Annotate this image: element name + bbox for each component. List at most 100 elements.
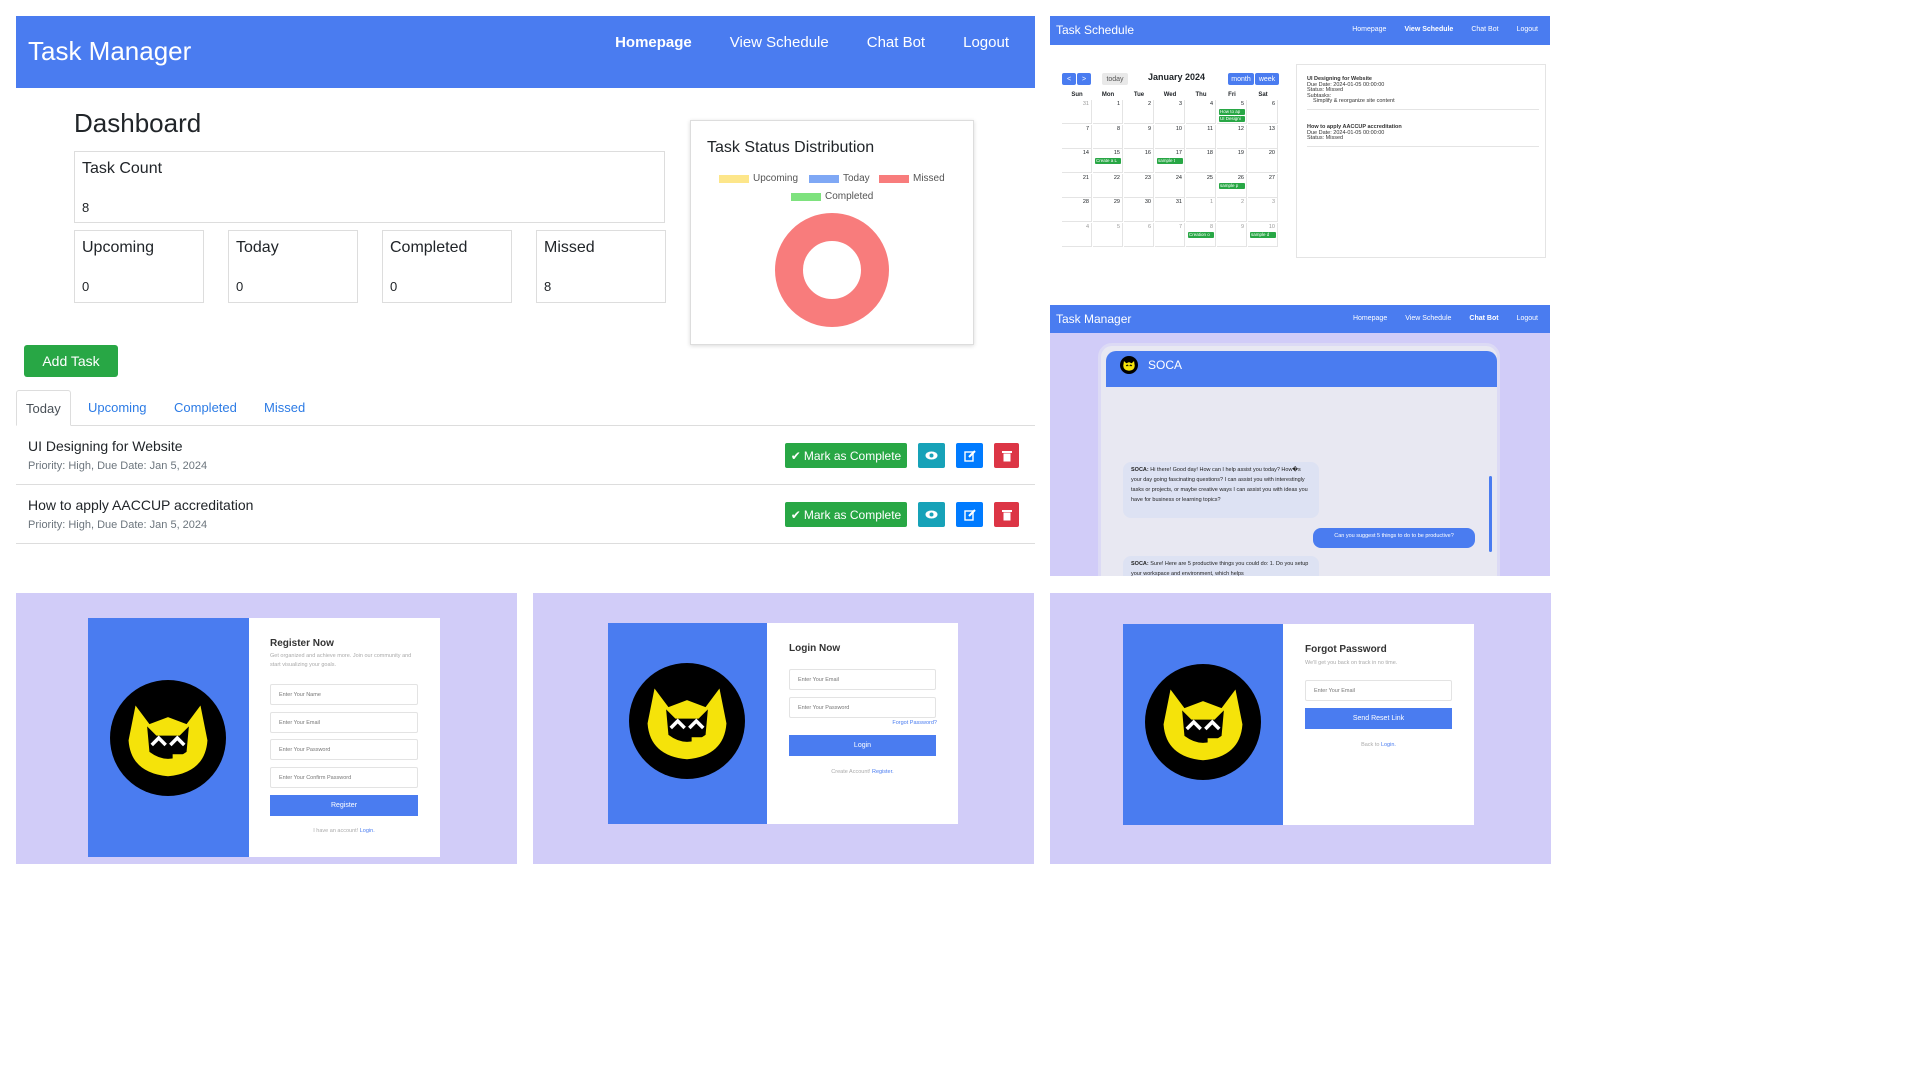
- calendar-day[interactable]: 2: [1124, 100, 1154, 124]
- delete-button[interactable]: [994, 443, 1019, 468]
- register-button[interactable]: Register: [270, 795, 418, 816]
- calendar-day[interactable]: 8: [1093, 124, 1123, 149]
- calendar-day[interactable]: 6: [1124, 222, 1154, 247]
- missed-card: Missed 8: [536, 230, 666, 303]
- tab-today[interactable]: Today: [16, 390, 71, 426]
- donut-slice-missed[interactable]: [775, 213, 889, 327]
- calendar-event[interactable]: Create a L: [1095, 158, 1121, 164]
- calendar-day[interactable]: 6: [1248, 100, 1278, 124]
- nav-homepage[interactable]: Homepage: [1353, 315, 1387, 322]
- tab-missed[interactable]: Missed: [264, 390, 305, 426]
- calendar-event[interactable]: How to ap: [1219, 109, 1245, 115]
- calendar-day[interactable]: 20: [1248, 149, 1278, 173]
- calendar-day[interactable]: 1: [1093, 100, 1123, 124]
- dashboard-panel: Task Manager Homepage View Schedule Chat…: [16, 16, 1035, 556]
- task-detail-panel: UI Designing for Website Due Date: 2024-…: [1296, 64, 1546, 258]
- password-input[interactable]: Enter Your Password: [789, 697, 936, 718]
- calendar-day[interactable]: 29: [1093, 198, 1123, 222]
- email-input[interactable]: Enter Your Email: [270, 712, 418, 733]
- nav-logout[interactable]: Logout: [1517, 315, 1538, 322]
- send-reset-link-button[interactable]: Send Reset Link: [1305, 708, 1452, 729]
- nav-homepage[interactable]: Homepage: [1352, 26, 1386, 33]
- mark-complete-button[interactable]: ✔ Mark as Complete: [785, 443, 907, 468]
- register-link[interactable]: Register.: [872, 769, 894, 775]
- calendar-event[interactable]: sample d: [1250, 231, 1276, 238]
- password-input[interactable]: Enter Your Password: [270, 739, 418, 760]
- weekday-header: Fri: [1228, 92, 1236, 98]
- add-task-button[interactable]: Add Task: [24, 345, 118, 377]
- schedule-panel: Task Schedule Homepage View Schedule Cha…: [1050, 16, 1550, 260]
- calendar-day[interactable]: 21: [1062, 173, 1092, 198]
- nav-chat-bot[interactable]: Chat Bot: [1471, 26, 1498, 33]
- tab-completed[interactable]: Completed: [174, 390, 237, 426]
- calendar-day[interactable]: 7: [1062, 124, 1092, 149]
- calendar-day[interactable]: 19: [1217, 149, 1247, 173]
- view-button[interactable]: [918, 443, 945, 468]
- view-button[interactable]: [918, 502, 945, 527]
- calendar-day[interactable]: 3: [1248, 198, 1278, 222]
- nav-homepage[interactable]: Homepage: [615, 34, 692, 51]
- calendar-day[interactable]: 4: [1186, 100, 1216, 124]
- calendar-day[interactable]: 2: [1217, 198, 1247, 222]
- calendar-day[interactable]: 12: [1217, 124, 1247, 149]
- calendar-day[interactable]: 9: [1217, 222, 1247, 247]
- task-actions: ✔ Mark as Complete: [785, 443, 1019, 468]
- nav-view-schedule[interactable]: View Schedule: [730, 34, 829, 51]
- calendar-day[interactable]: 27: [1248, 173, 1278, 198]
- nav-logout[interactable]: Logout: [963, 34, 1009, 51]
- calendar-event[interactable]: sample p: [1219, 182, 1245, 189]
- back-to-login-link[interactable]: Login.: [1381, 742, 1396, 748]
- calendar-day[interactable]: 10: [1155, 124, 1185, 149]
- calendar-month-title: January 2024: [1148, 72, 1206, 82]
- calendar-day[interactable]: 7: [1155, 222, 1185, 247]
- login-link[interactable]: Login.: [360, 828, 375, 834]
- schedule-nav-links: Homepage View Schedule Chat Bot Logout: [1352, 26, 1538, 33]
- login-button[interactable]: Login: [789, 735, 936, 756]
- tab-upcoming[interactable]: Upcoming: [88, 390, 147, 426]
- delete-button[interactable]: [994, 502, 1019, 527]
- calendar-day[interactable]: 31: [1155, 198, 1185, 222]
- email-input[interactable]: Enter Your Email: [1305, 680, 1452, 701]
- nav-view-schedule[interactable]: View Schedule: [1405, 315, 1451, 322]
- calendar-day[interactable]: 22: [1093, 173, 1123, 198]
- chat-scrollbar[interactable]: [1489, 476, 1492, 552]
- calendar-day[interactable]: 31: [1062, 100, 1092, 124]
- calendar-day[interactable]: 13: [1248, 124, 1278, 149]
- calendar-day[interactable]: 16: [1124, 149, 1154, 173]
- today-button[interactable]: today: [1102, 73, 1128, 85]
- login-footer: Create Account! Register.: [789, 769, 936, 775]
- calendar-day[interactable]: 3: [1155, 100, 1185, 124]
- calendar-event[interactable]: UI Designi: [1219, 116, 1245, 122]
- calendar-day[interactable]: 24: [1155, 173, 1185, 198]
- email-input[interactable]: Enter Your Email: [789, 669, 936, 690]
- forgot-form: Forgot Password We'll get you back on tr…: [1283, 624, 1474, 825]
- nav-chat-bot[interactable]: Chat Bot: [867, 34, 925, 51]
- nav-logout[interactable]: Logout: [1517, 26, 1538, 33]
- week-view-button[interactable]: week: [1255, 73, 1279, 85]
- forgot-password-link[interactable]: Forgot Password?: [867, 720, 937, 726]
- calendar-day[interactable]: 11: [1186, 124, 1216, 149]
- calendar-day[interactable]: 14: [1062, 149, 1092, 173]
- name-input[interactable]: Enter Your Name: [270, 684, 418, 705]
- calendar-day[interactable]: 18: [1186, 149, 1216, 173]
- mark-complete-button[interactable]: ✔ Mark as Complete: [785, 502, 907, 527]
- calendar-day[interactable]: 5: [1093, 222, 1123, 247]
- calendar-event[interactable]: Creation o: [1188, 231, 1214, 238]
- calendar-day[interactable]: 1: [1186, 198, 1216, 222]
- month-view-button[interactable]: month: [1228, 73, 1254, 85]
- calendar-day[interactable]: 25: [1186, 173, 1216, 198]
- calendar-day[interactable]: 9: [1124, 124, 1154, 149]
- calendar-day[interactable]: 4: [1062, 222, 1092, 247]
- prev-month-button[interactable]: <: [1062, 73, 1076, 85]
- calendar-day[interactable]: 30: [1124, 198, 1154, 222]
- calendar-day[interactable]: 28: [1062, 198, 1092, 222]
- edit-button[interactable]: [956, 502, 983, 527]
- confirm-password-input[interactable]: Enter Your Confirm Password: [270, 767, 418, 788]
- calendar-event[interactable]: sample t: [1157, 158, 1183, 164]
- next-month-button[interactable]: >: [1077, 73, 1091, 85]
- nav-chat-bot[interactable]: Chat Bot: [1469, 315, 1498, 322]
- nav-view-schedule[interactable]: View Schedule: [1404, 26, 1453, 33]
- edit-button[interactable]: [956, 443, 983, 468]
- calendar-day[interactable]: 23: [1124, 173, 1154, 198]
- message-text: Sure! Here are 5 productive things you c…: [1131, 561, 1309, 576]
